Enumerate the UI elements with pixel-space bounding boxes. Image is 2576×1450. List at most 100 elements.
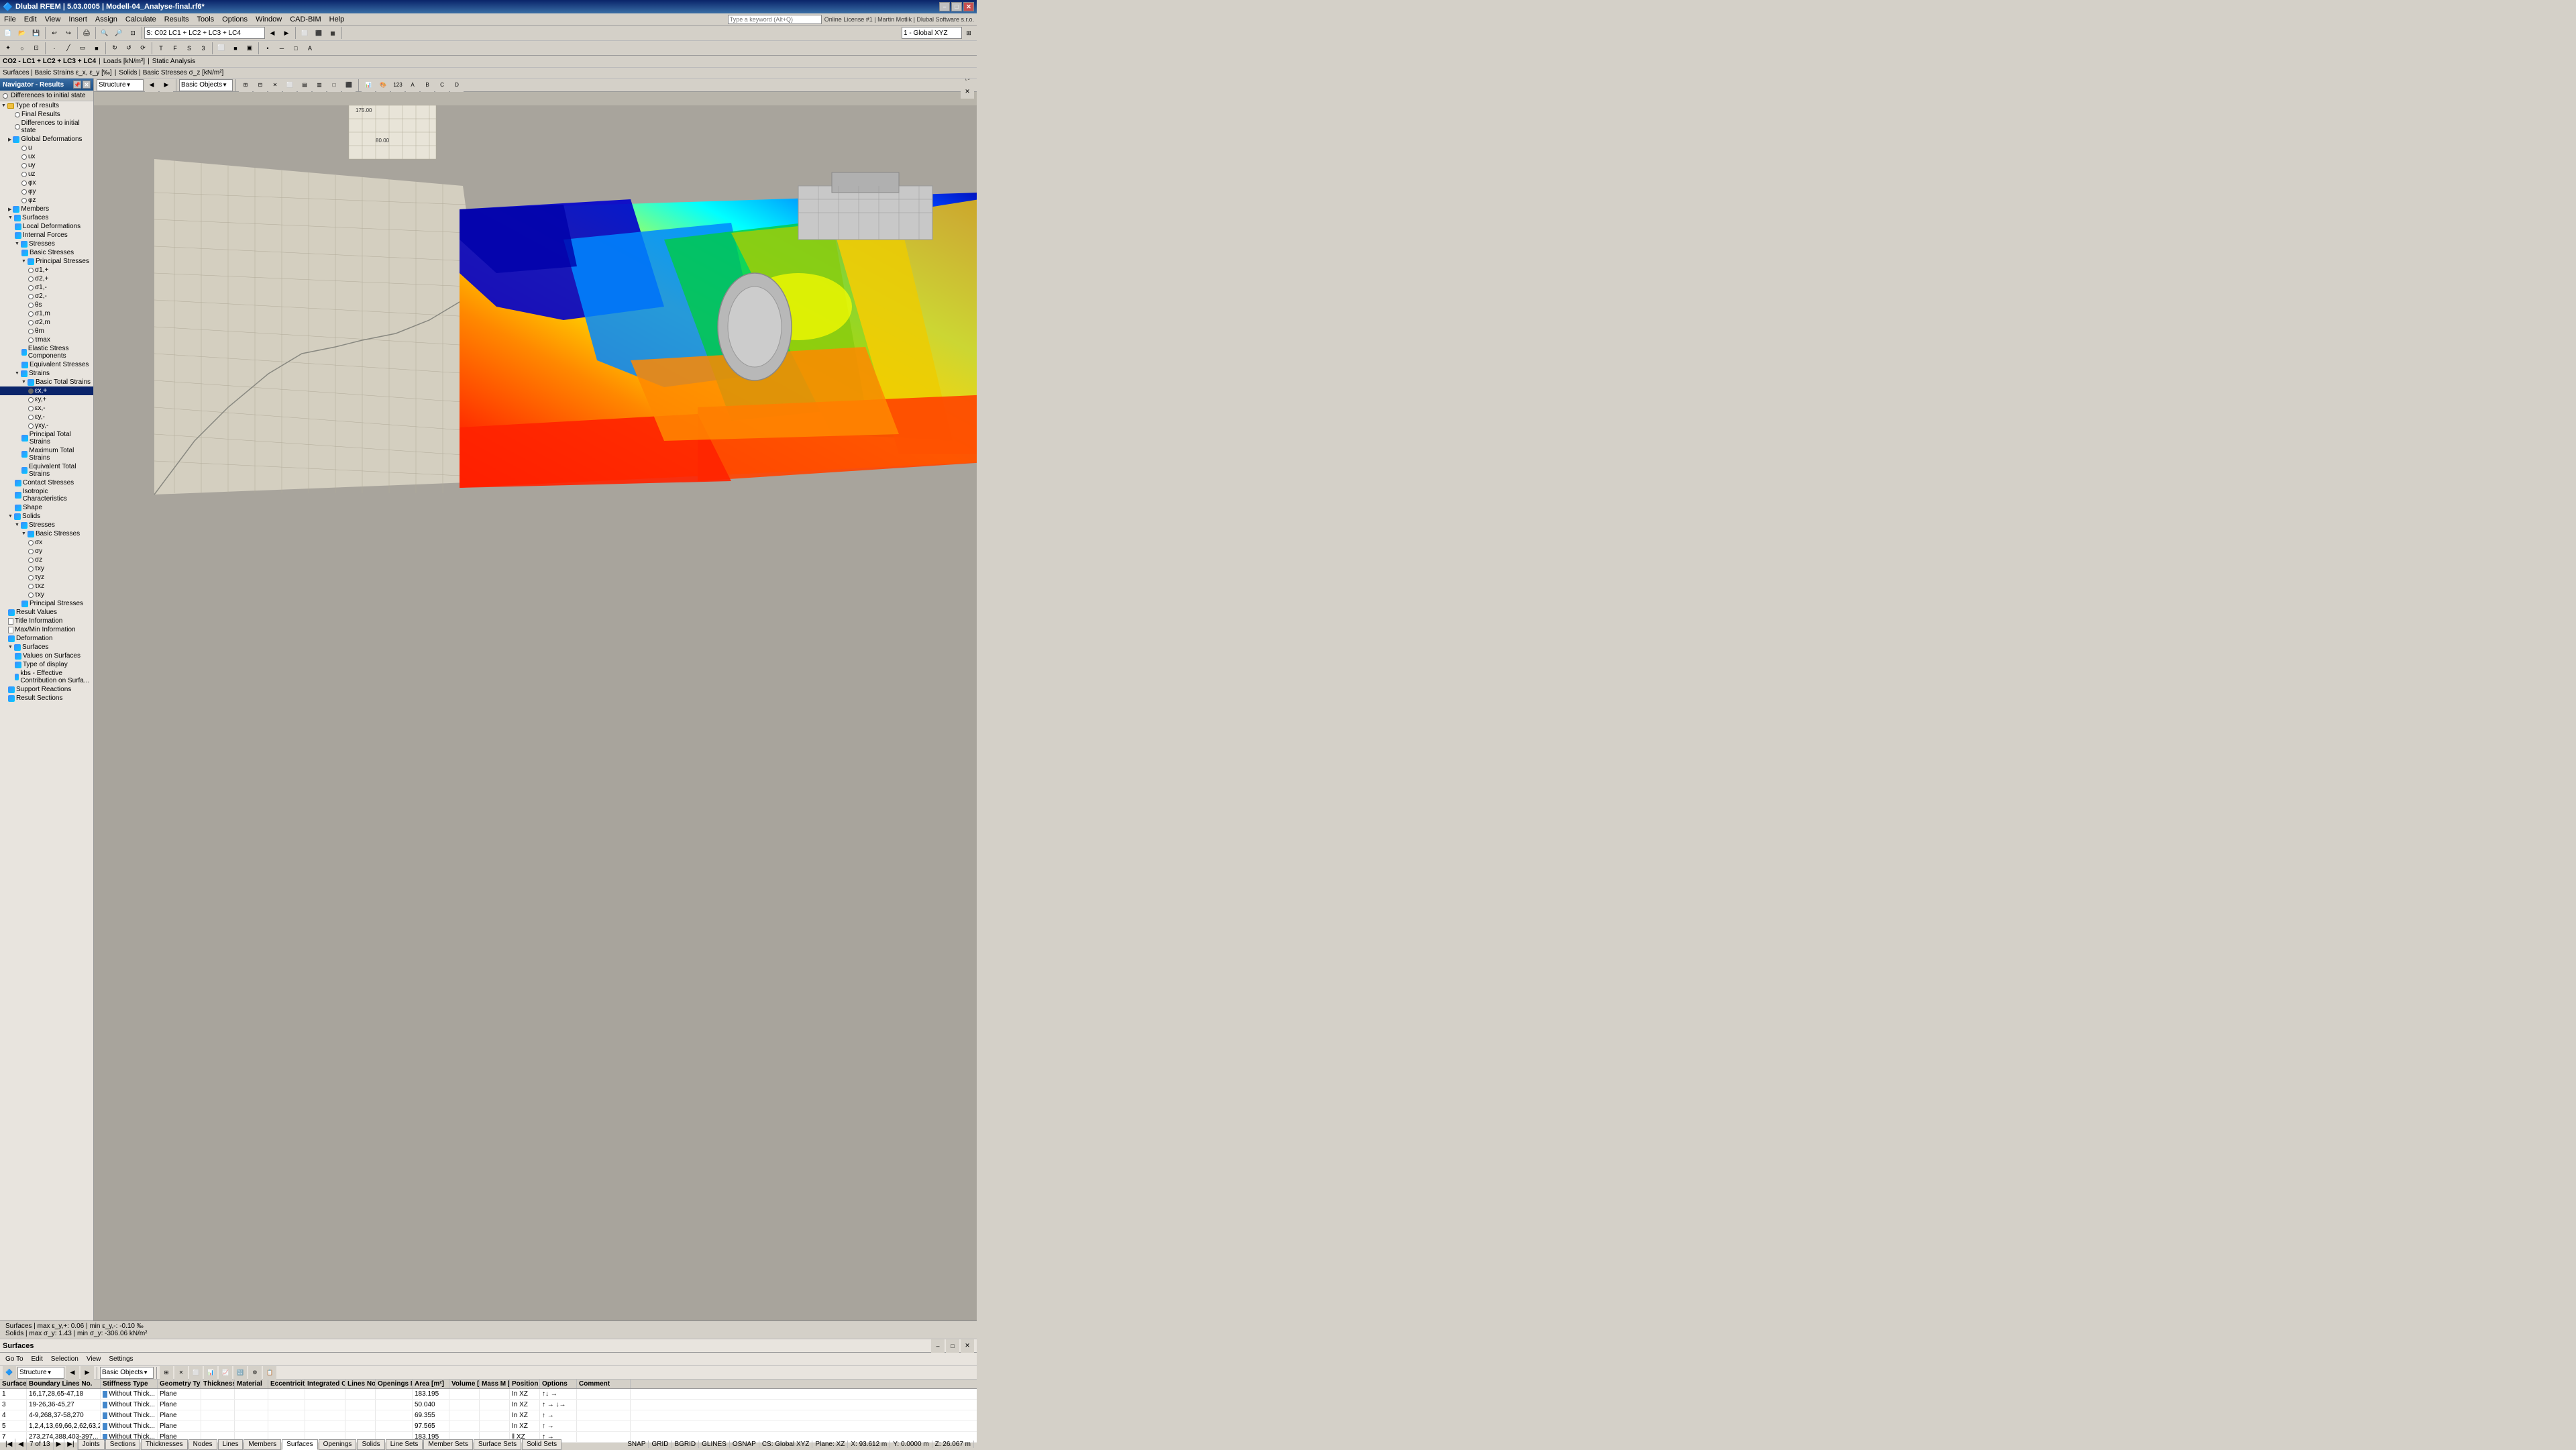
nav-solid-principal-stresses[interactable]: Principal Stresses — [0, 599, 93, 608]
close-button[interactable]: ✕ — [963, 2, 974, 11]
tab-members[interactable]: Members — [244, 1439, 281, 1450]
nav-maxmin[interactable]: Max/Min Information — [0, 625, 93, 634]
nav-uz[interactable]: uz — [0, 170, 93, 178]
display-result-2[interactable]: ⊟ — [254, 79, 267, 92]
surf-dropdown-1[interactable]: Structure ▼ — [17, 1367, 64, 1379]
nav-solid-txy[interactable]: τxy — [0, 564, 93, 573]
nav-pin[interactable]: 📌 — [73, 81, 81, 89]
view-menu[interactable]: View — [84, 1355, 104, 1363]
struct-next[interactable]: ▶ — [160, 79, 173, 92]
menu-results[interactable]: Results — [160, 13, 193, 25]
tab-solids[interactable]: Solids — [357, 1439, 384, 1450]
minimize-button[interactable]: – — [939, 2, 950, 11]
first-page-btn[interactable]: |◀ — [3, 1439, 15, 1450]
display-surfaces[interactable]: □ — [289, 42, 303, 55]
surf-tool-4[interactable]: 📊 — [204, 1366, 217, 1380]
table-row[interactable]: 4 4-9,268,37-58,270 Without Thick... Pla… — [0, 1410, 977, 1421]
line-tool[interactable]: ╱ — [62, 42, 75, 55]
viewport-close[interactable]: ✕ — [961, 85, 974, 99]
osnap-toggle[interactable]: OSNAP — [730, 1441, 759, 1448]
nav-solids[interactable]: ▼ Solids — [0, 512, 93, 521]
surf-left[interactable]: ◀ — [66, 1366, 79, 1380]
nav-principal-total-strains[interactable]: Principal Total Strains — [0, 430, 93, 446]
nav-equiv-stresses[interactable]: Equivalent Stresses — [0, 360, 93, 369]
surf-tool-5[interactable]: 📈 — [219, 1366, 232, 1380]
nav-result-values[interactable]: Result Values — [0, 608, 93, 617]
nav-close[interactable]: ✕ — [83, 81, 91, 89]
display-result-7[interactable]: □ — [327, 79, 341, 92]
nav-global-def[interactable]: ▶ Global Deformations — [0, 135, 93, 144]
nav-stresses[interactable]: ▼ Stresses — [0, 240, 93, 248]
tab-sections[interactable]: Sections — [105, 1439, 140, 1450]
tab-solid-sets[interactable]: Solid Sets — [522, 1439, 561, 1450]
bgrid-toggle[interactable]: BGRID — [672, 1441, 699, 1448]
maximize-button[interactable]: □ — [951, 2, 962, 11]
menu-cad-bim[interactable]: CAD-BIM — [286, 13, 325, 25]
tab-surfaces[interactable]: Surfaces — [282, 1439, 317, 1450]
menu-edit[interactable]: Edit — [20, 13, 41, 25]
nav-differences[interactable]: Differences to initial state — [0, 119, 93, 135]
table-row[interactable]: 3 19-26,36-45,27 Without Thick... Plane … — [0, 1400, 977, 1410]
menu-help[interactable]: Help — [325, 13, 349, 25]
display-result-5[interactable]: ▤ — [298, 79, 311, 92]
nav-gamma[interactable]: γxy,- — [0, 421, 93, 430]
nav-s2m[interactable]: σ2,m — [0, 318, 93, 327]
nav-ey-plus[interactable]: εy,+ — [0, 395, 93, 404]
nav-values-on-surfaces[interactable]: Values on Surfaces — [0, 652, 93, 660]
search-input[interactable] — [728, 15, 822, 24]
nav-ey-minus[interactable]: εy,- — [0, 413, 93, 421]
prev-step[interactable]: ◀ — [266, 26, 279, 40]
selection-menu[interactable]: Selection — [48, 1355, 81, 1363]
surf-tool-3[interactable]: ⬜ — [189, 1366, 203, 1380]
nav-strains[interactable]: ▼ Strains — [0, 369, 93, 378]
nav-theta-s[interactable]: θs — [0, 301, 93, 309]
surf-btn-1[interactable]: 🔷 — [3, 1366, 16, 1380]
zoom-out[interactable]: 🔎 — [112, 26, 125, 40]
nav-basic-total-strains[interactable]: ▼ Basic Total Strains — [0, 378, 93, 386]
next-step[interactable]: ▶ — [280, 26, 293, 40]
nav-internal-forces[interactable]: Internal Forces — [0, 231, 93, 240]
display-result-8[interactable]: ⬛ — [342, 79, 356, 92]
redo-button[interactable]: ↪ — [62, 26, 75, 40]
surface-tool[interactable]: ▭ — [76, 42, 89, 55]
snap-toggle[interactable]: SNAP — [625, 1441, 649, 1448]
render-mode-3[interactable]: ▦ — [326, 26, 339, 40]
transparent[interactable]: ▣ — [243, 42, 256, 55]
nav-isotropic[interactable]: Isotropic Characteristics — [0, 487, 93, 503]
surf-tool-1[interactable]: ⊞ — [160, 1366, 173, 1380]
surf-tool-2[interactable]: ✕ — [174, 1366, 188, 1380]
nav-principal-stresses[interactable]: ▼ Principal Stresses — [0, 257, 93, 266]
nav-type-display[interactable]: Type of display — [0, 660, 93, 669]
nav-s1m[interactable]: σ1,m — [0, 309, 93, 318]
panel-maximize[interactable]: □ — [946, 1339, 959, 1353]
nav-surfaces[interactable]: ▼ Surfaces — [0, 213, 93, 222]
nav-u[interactable]: u — [0, 144, 93, 152]
nav-solid-txz[interactable]: τxz — [0, 582, 93, 590]
view-3d[interactable]: 3 — [197, 42, 210, 55]
render-mode-2[interactable]: ⬛ — [312, 26, 325, 40]
surf-tool-8[interactable]: 📋 — [263, 1366, 276, 1380]
nav-elastic-stress[interactable]: Elastic Stress Components — [0, 344, 93, 360]
deselect[interactable]: ○ — [15, 42, 29, 55]
select-all[interactable]: ✦ — [1, 42, 15, 55]
nav-solid-sx[interactable]: σx — [0, 538, 93, 547]
nav-surfaces-nav[interactable]: ▼ Surfaces — [0, 643, 93, 652]
nav-s2plus[interactable]: σ2,+ — [0, 274, 93, 283]
nav-solid-sz[interactable]: σz — [0, 556, 93, 564]
surf-right[interactable]: ▶ — [80, 1366, 94, 1380]
nav-ux[interactable]: ux — [0, 152, 93, 161]
solid-view[interactable]: ■ — [229, 42, 242, 55]
viewport[interactable]: Structure ▼ ◀ ▶ Basic Objects ▼ ⊞ ⊟ ✕ ⬜ … — [94, 79, 977, 1320]
display-lines[interactable]: ─ — [275, 42, 288, 55]
display-labels[interactable]: A — [303, 42, 317, 55]
nav-theta-m[interactable]: θm — [0, 327, 93, 335]
nav-s1minus[interactable]: σ1,- — [0, 283, 93, 292]
nav-basic-stresses[interactable]: Basic Stresses — [0, 248, 93, 257]
nav-members[interactable]: ▶ Members — [0, 205, 93, 213]
select-window[interactable]: ⊡ — [30, 42, 43, 55]
tab-joints[interactable]: Joints — [78, 1439, 105, 1450]
table-row[interactable]: 1 16,17,28,65-47,18 Without Thick... Pla… — [0, 1389, 977, 1400]
nav-s2minus[interactable]: σ2,- — [0, 292, 93, 301]
nav-uy[interactable]: uy — [0, 161, 93, 170]
rotate-x[interactable]: ↻ — [108, 42, 121, 55]
